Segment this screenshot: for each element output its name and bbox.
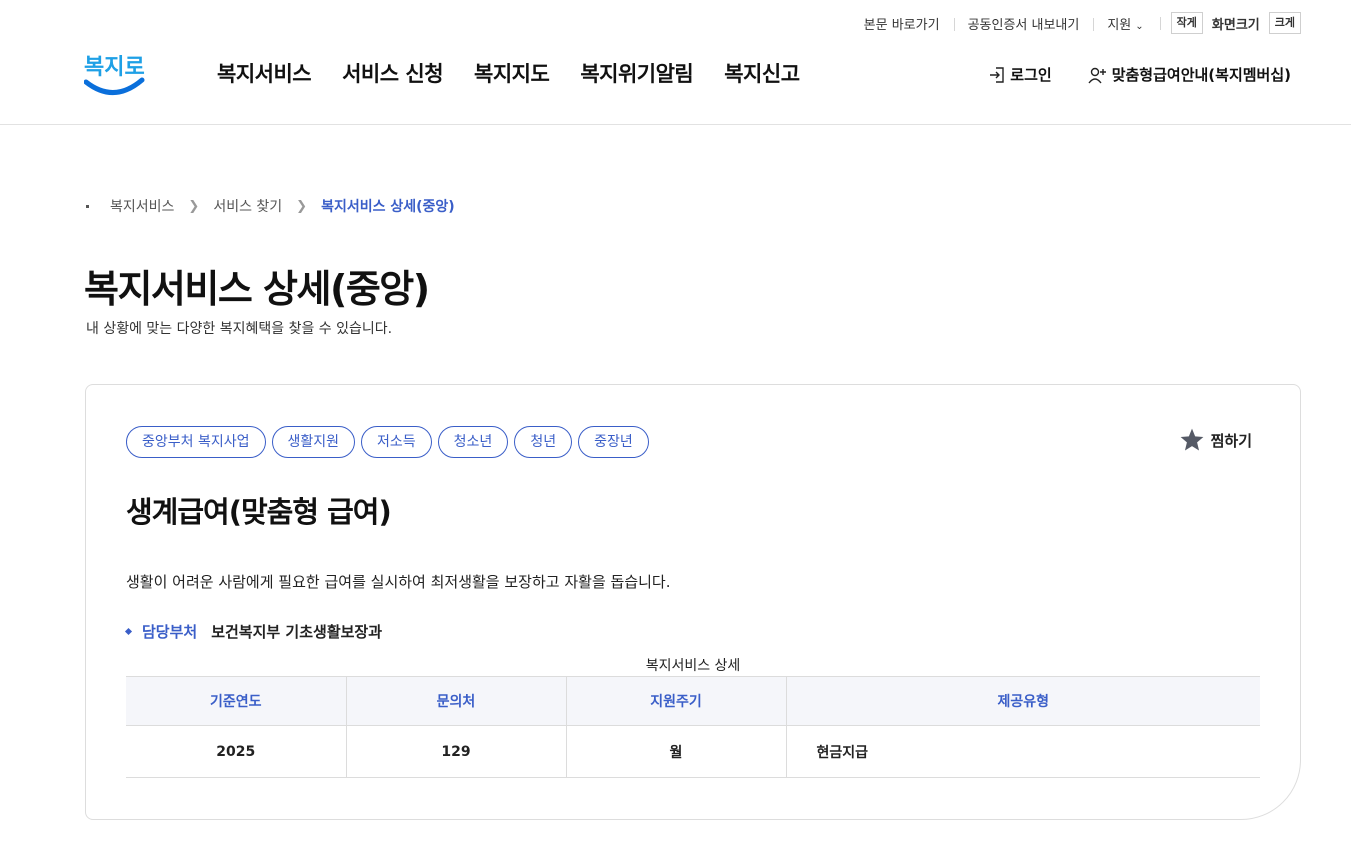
header-actions: 로그인 맞춤형급여안내(복지멤버십) bbox=[988, 64, 1291, 85]
service-tags: 중앙부처 복지사업 생활지원 저소득 청소년 청년 중장년 bbox=[126, 426, 649, 458]
service-detail-card: 중앙부처 복지사업 생활지원 저소득 청소년 청년 중장년 찜하기 생계급여(맞… bbox=[85, 384, 1301, 820]
breadcrumb: 복지서비스 ❯ 서비스 찾기 ❯ 복지서비스 상세(중앙) bbox=[86, 196, 455, 216]
font-size-label: 화면크기 bbox=[1211, 17, 1260, 33]
site-logo[interactable]: 복지로 bbox=[83, 44, 146, 98]
font-small-button[interactable]: 작게 bbox=[1170, 12, 1203, 34]
divider bbox=[1159, 16, 1161, 30]
table-header-row: 기준연도 문의처 지원주기 제공유형 bbox=[126, 676, 1260, 726]
breadcrumb-item-welfare-service[interactable]: 복지서비스 bbox=[110, 196, 174, 216]
page-description: 내 상황에 맞는 다양한 복지혜택을 찾을 수 있습니다. bbox=[86, 321, 393, 337]
breadcrumb-bullet bbox=[86, 204, 89, 208]
user-add-icon bbox=[1088, 67, 1106, 83]
nav-welfare-service[interactable]: 복지서비스 bbox=[217, 58, 312, 88]
col-base-year: 기준연도 bbox=[126, 676, 347, 726]
login-icon bbox=[990, 66, 1004, 83]
breadcrumb-item-current[interactable]: 복지서비스 상세(중앙) bbox=[321, 196, 455, 216]
tag-teenager[interactable]: 청소년 bbox=[437, 426, 509, 458]
membership-link[interactable]: 맞춤형급여안내(복지멤버십) bbox=[1088, 64, 1291, 85]
cell-base-year: 2025 bbox=[126, 725, 347, 778]
tag-youth[interactable]: 청년 bbox=[514, 426, 573, 458]
col-contact: 문의처 bbox=[346, 676, 567, 726]
tag-middle-aged[interactable]: 중장년 bbox=[578, 426, 649, 458]
cell-support-cycle: 월 bbox=[566, 725, 787, 778]
department-value: 보건복지부 기초생활보장과 bbox=[211, 623, 383, 641]
support-label: 지원 bbox=[1107, 17, 1132, 33]
cell-provision-type: 현금지급 bbox=[786, 725, 1260, 778]
table-row: 2025 129 월 현금지급 bbox=[126, 725, 1260, 778]
tag-central-ministry[interactable]: 중앙부처 복지사업 bbox=[126, 426, 266, 458]
tag-living-support[interactable]: 생활지원 bbox=[271, 426, 356, 458]
nav-welfare-map[interactable]: 복지지도 bbox=[474, 58, 550, 88]
cell-contact: 129 bbox=[346, 725, 567, 778]
breadcrumb-item-service-search[interactable]: 서비스 찾기 bbox=[213, 196, 282, 216]
service-detail-table: 기준연도 문의처 지원주기 제공유형 2025 129 월 현금지급 bbox=[126, 676, 1260, 778]
main-nav: 복지서비스 서비스 신청 복지지도 복지위기알림 복지신고 bbox=[217, 58, 800, 88]
diamond-bullet-icon bbox=[124, 627, 133, 636]
bokjiro-logo-icon: 복지로 bbox=[83, 55, 145, 95]
table-caption: 복지서비스 상세 bbox=[645, 658, 741, 674]
department-info: 담당부처 보건복지부 기초생활보장과 bbox=[124, 621, 383, 642]
nav-service-apply[interactable]: 서비스 신청 bbox=[342, 58, 443, 88]
col-support-cycle: 지원주기 bbox=[566, 676, 787, 726]
service-description: 생활이 어려운 사람에게 필요한 급여를 실시하여 최저생활을 보장하고 자활을… bbox=[126, 573, 671, 591]
department-label: 담당부처 bbox=[142, 623, 198, 641]
membership-label: 맞춤형급여안내(복지멤버십) bbox=[1111, 66, 1291, 84]
support-dropdown[interactable]: 지원 ⌄ bbox=[1093, 14, 1157, 33]
chevron-down-icon: ⌄ bbox=[1135, 20, 1144, 32]
col-provision-type: 제공유형 bbox=[786, 676, 1260, 726]
tag-low-income[interactable]: 저소득 bbox=[361, 426, 432, 458]
font-large-button[interactable]: 크게 bbox=[1268, 12, 1301, 34]
star-icon bbox=[1180, 428, 1203, 451]
nav-welfare-report[interactable]: 복지신고 bbox=[724, 58, 800, 88]
utility-nav: 본문 바로가기 공동인증서 내보내기 지원 ⌄ 작게 화면크기 크게 bbox=[864, 12, 1301, 34]
chevron-right-icon: ❯ bbox=[296, 198, 308, 214]
export-certificate-link[interactable]: 공동인증서 내보내기 bbox=[953, 14, 1094, 33]
bookmark-button[interactable]: 찜하기 bbox=[1179, 427, 1252, 453]
login-link[interactable]: 로그인 bbox=[988, 64, 1052, 85]
chevron-right-icon: ❯ bbox=[188, 198, 200, 214]
nav-welfare-crisis-alert[interactable]: 복지위기알림 bbox=[580, 58, 693, 88]
bookmark-label: 찜하기 bbox=[1210, 431, 1252, 450]
page-title: 복지서비스 상세(중앙) bbox=[84, 267, 430, 311]
service-title: 생계급여(맞춤형 급여) bbox=[126, 495, 392, 529]
skip-to-content-link[interactable]: 본문 바로가기 bbox=[864, 14, 954, 33]
login-label: 로그인 bbox=[1010, 66, 1052, 84]
site-header: 본문 바로가기 공동인증서 내보내기 지원 ⌄ 작게 화면크기 크게 복지로 복지… bbox=[0, 0, 1351, 125]
logo-text: 복지로 bbox=[84, 55, 145, 80]
